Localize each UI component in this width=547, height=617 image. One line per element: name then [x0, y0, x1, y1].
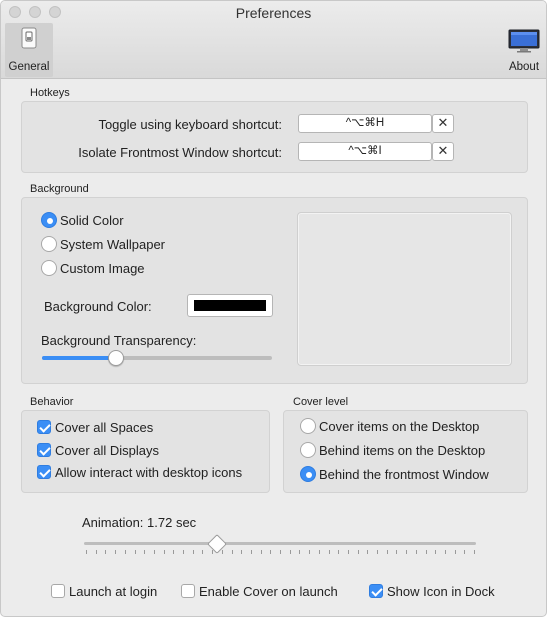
behind-frontmost-label: Behind the frontmost Window: [319, 467, 489, 482]
cover-items-radio[interactable]: [300, 418, 316, 434]
animation-slider-tick: [367, 550, 369, 554]
toggle-shortcut-field[interactable]: ^⌥⌘H: [298, 114, 432, 133]
tab-about-label: About: [508, 61, 540, 73]
cover-level-section-title: Cover level: [293, 396, 349, 408]
preferences-window: Preferences General About Hotkeys Toggle…: [0, 0, 547, 617]
animation-slider-tick: [474, 550, 475, 554]
animation-slider-tick: [221, 550, 223, 554]
behind-frontmost-radio[interactable]: [300, 466, 316, 482]
animation-slider-tick: [444, 550, 446, 554]
animation-slider-tick: [309, 550, 311, 554]
animation-slider-tick: [124, 550, 126, 554]
cover-all-spaces-label: Cover all Spaces: [55, 420, 154, 435]
animation-slider-tick: [454, 550, 456, 554]
solid-color-label: Solid Color: [60, 213, 124, 228]
animation-slider-tick: [183, 550, 184, 554]
animation-slider-tick: [260, 550, 262, 554]
animation-slider-tick: [270, 550, 272, 554]
animation-slider-tick: [464, 550, 466, 554]
animation-slider-tick: [406, 550, 408, 554]
clear-toggle-shortcut-button[interactable]: ✕: [432, 114, 454, 133]
background-preview: [297, 212, 512, 366]
close-icon: ✕: [437, 115, 449, 130]
animation-slider-tick: [338, 550, 340, 554]
animation-slider-tick: [202, 550, 204, 554]
close-icon: ✕: [437, 143, 449, 158]
background-transparency-label: Background Transparency:: [41, 333, 197, 348]
animation-slider-tick: [250, 550, 252, 554]
behavior-section-title: Behavior: [30, 396, 74, 408]
cover-all-displays-checkbox[interactable]: [37, 443, 51, 457]
animation-slider-tick: [86, 550, 87, 554]
animation-slider-tick: [289, 550, 291, 554]
background-color-swatch: [194, 300, 266, 311]
animation-slider-tick: [115, 550, 117, 554]
animation-slider-tick: [299, 550, 301, 554]
monitor-icon: [508, 29, 540, 53]
background-color-label: Background Color:: [44, 299, 152, 314]
launch-at-login-label: Launch at login: [69, 584, 158, 599]
hotkeys-box: [21, 101, 528, 173]
transparency-slider-track[interactable]: [42, 356, 272, 360]
enable-cover-on-launch-checkbox[interactable]: [181, 584, 195, 598]
custom-image-radio[interactable]: [41, 260, 57, 276]
animation-slider-tick: [347, 550, 349, 554]
custom-image-label: Custom Image: [60, 261, 145, 276]
animation-slider-tick: [173, 550, 175, 554]
animation-label: Animation: 1.72 sec: [82, 515, 197, 530]
animation-slider-tick: [328, 550, 330, 554]
animation-slider-tick: [357, 550, 359, 554]
system-wallpaper-radio[interactable]: [41, 236, 57, 252]
cover-items-label: Cover items on the Desktop: [319, 419, 480, 434]
isolate-shortcut-label: Isolate Frontmost Window shortcut:: [78, 145, 282, 160]
animation-slider-tick: [153, 550, 155, 554]
titlebar: Preferences General About: [1, 1, 546, 79]
animation-slider-tick: [144, 550, 146, 554]
background-section-title: Background: [30, 183, 89, 195]
allow-interact-label: Allow interact with desktop icons: [55, 465, 243, 480]
behind-items-radio[interactable]: [300, 442, 316, 458]
animation-slider-tick: [415, 550, 417, 554]
tab-general[interactable]: General: [5, 23, 53, 77]
animation-slider-knob[interactable]: [207, 534, 228, 554]
animation-slider-tick: [425, 550, 427, 554]
allow-interact-checkbox[interactable]: [37, 465, 51, 479]
animation-slider-track[interactable]: [84, 542, 476, 545]
show-icon-in-dock-checkbox[interactable]: [369, 584, 383, 598]
cover-all-spaces-checkbox[interactable]: [37, 420, 51, 434]
animation-slider-tick: [163, 550, 165, 554]
show-icon-in-dock-label: Show Icon in Dock: [387, 584, 495, 599]
animation-slider-tick: [318, 550, 320, 554]
tab-about[interactable]: About: [503, 23, 545, 77]
animation-slider-tick: [95, 550, 97, 554]
animation-slider-tick: [435, 550, 437, 554]
clear-isolate-shortcut-button[interactable]: ✕: [432, 142, 454, 161]
window-title: Preferences: [235, 5, 312, 21]
system-wallpaper-label: System Wallpaper: [60, 237, 165, 252]
animation-slider-tick: [386, 550, 388, 554]
animation-slider-tick: [105, 550, 107, 554]
animation-slider-tick: [396, 550, 398, 554]
toggle-shortcut-label: Toggle using keyboard shortcut:: [98, 117, 282, 132]
isolate-shortcut-field[interactable]: ^⌥⌘I: [298, 142, 432, 161]
animation-slider-tick: [377, 550, 378, 554]
transparency-slider-knob[interactable]: [107, 350, 124, 366]
cover-all-displays-label: Cover all Displays: [55, 443, 160, 458]
tab-general-label: General: [8, 61, 50, 73]
animation-slider-tick: [241, 550, 243, 554]
enable-cover-on-launch-label: Enable Cover on launch: [199, 584, 338, 599]
hotkeys-section-title: Hotkeys: [30, 87, 70, 99]
animation-slider-tick: [231, 550, 233, 554]
general-switch-icon: [19, 27, 39, 49]
launch-at-login-checkbox[interactable]: [51, 584, 65, 598]
transparency-slider-fill: [42, 356, 116, 360]
solid-color-radio[interactable]: [41, 212, 57, 228]
behind-items-label: Behind items on the Desktop: [319, 443, 486, 458]
background-color-well[interactable]: [187, 294, 273, 317]
animation-slider-tick: [280, 550, 281, 554]
animation-slider-tick: [192, 550, 194, 554]
animation-slider-tick: [134, 550, 136, 554]
